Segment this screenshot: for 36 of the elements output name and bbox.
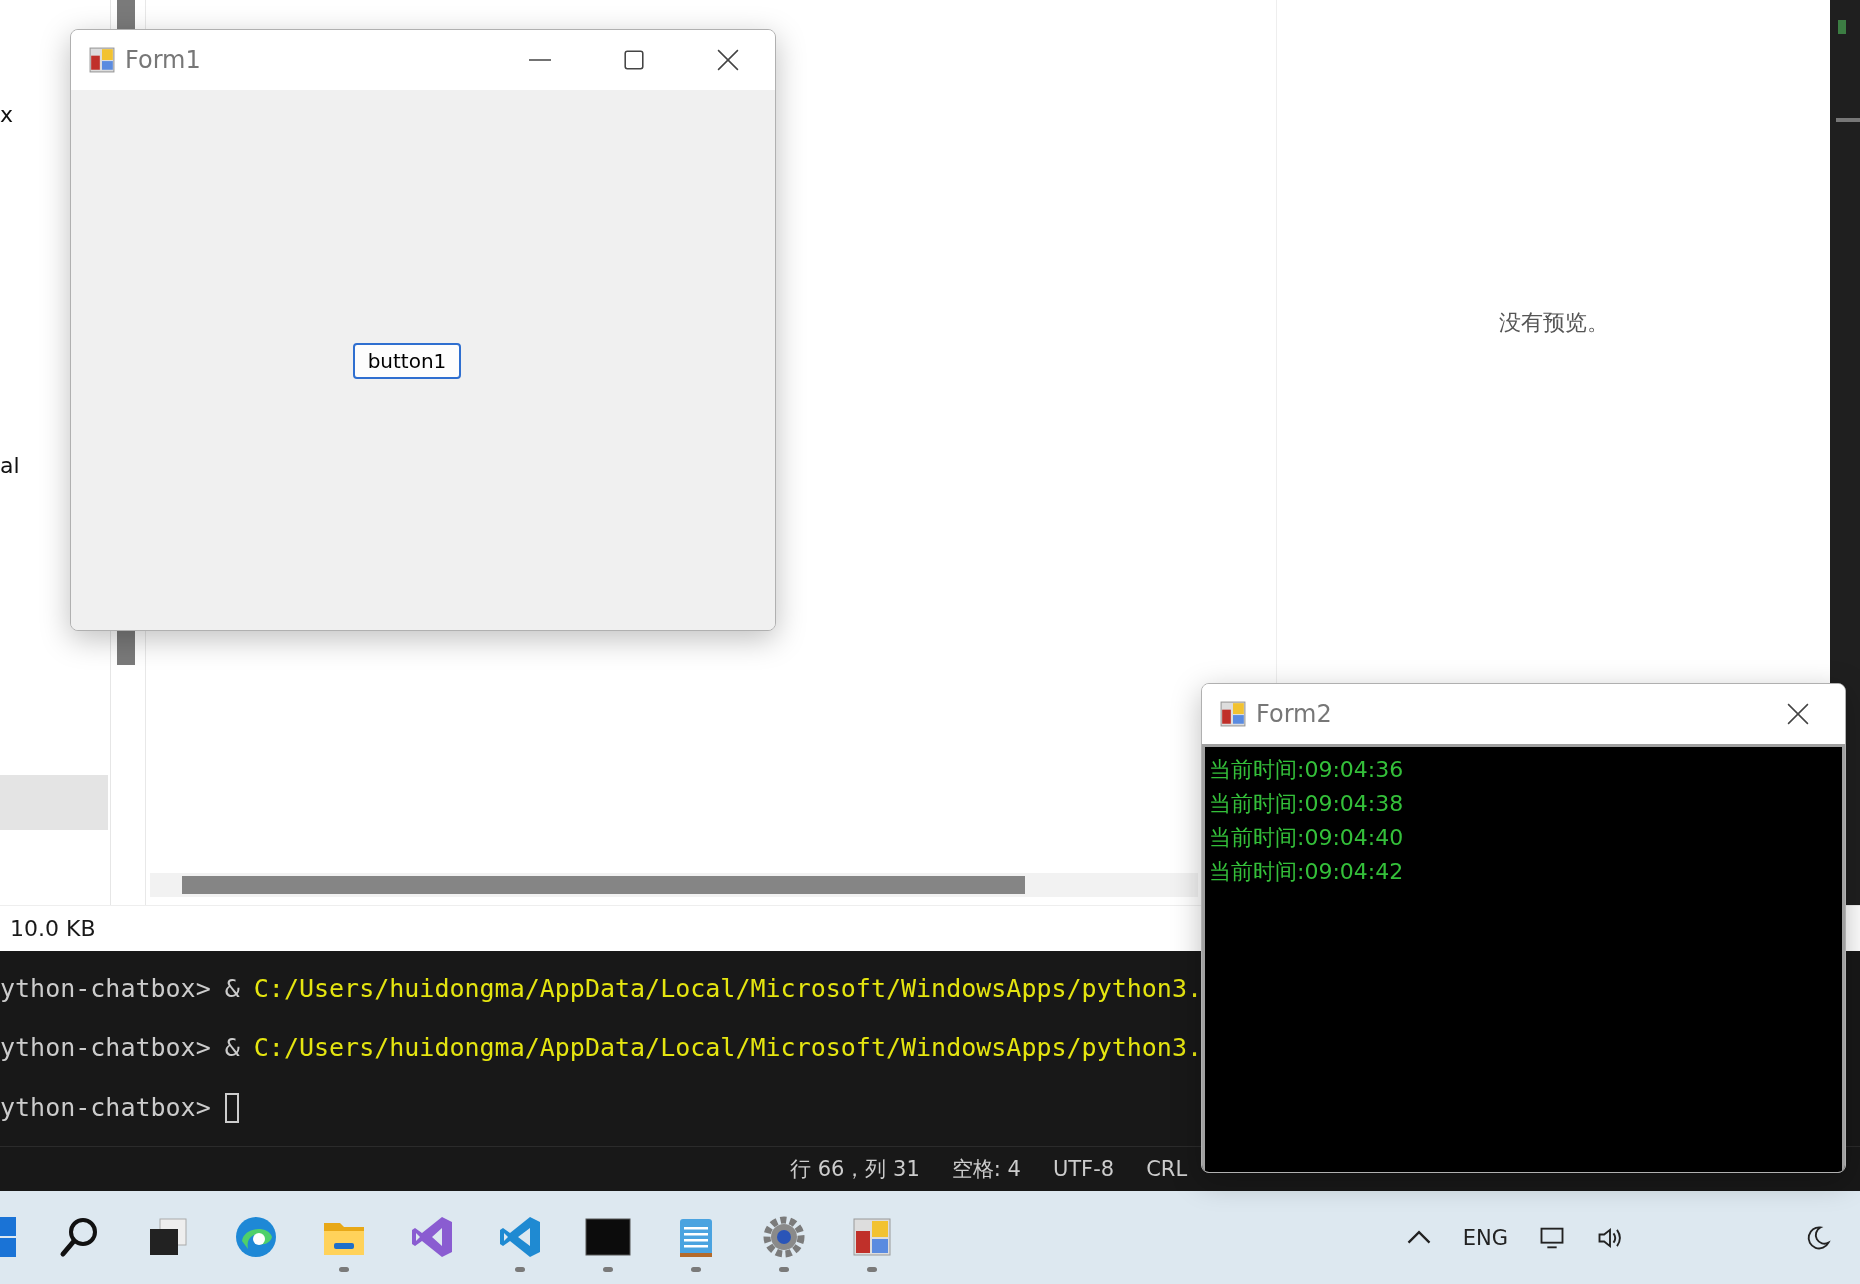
status-item[interactable]: CRL	[1146, 1157, 1188, 1181]
running-indicator	[603, 1267, 613, 1272]
running-indicator	[339, 1267, 349, 1272]
form-button[interactable]: button1	[353, 343, 461, 379]
file-name[interactable]: x	[0, 102, 14, 127]
time-log-line: 当前时间:09:04:36	[1209, 756, 1404, 784]
time-log-line: 当前时间:09:04:40	[1209, 824, 1404, 852]
window-title: Form1	[125, 46, 201, 74]
file-name[interactable]: al	[0, 453, 20, 478]
status-item[interactable]: 空格: 4	[951, 1155, 1021, 1183]
time-log-line: 当前时间:09:04:42	[1209, 858, 1404, 886]
terminal-prompt: ython-chatbox>	[0, 1093, 211, 1123]
window-title: Form2	[1256, 700, 1332, 728]
form-app-icon	[89, 47, 115, 73]
maximize-icon[interactable]	[623, 49, 645, 71]
status-item[interactable]: UTF-8	[1052, 1157, 1115, 1181]
running-indicator	[691, 1267, 701, 1272]
terminal-command: C:/Users/huidongma/AppData/Local/Microsoft/WindowsApps/python3.	[253, 974, 1202, 1004]
close-icon[interactable]	[717, 49, 739, 71]
terminal-prompt: ython-chatbox>	[0, 974, 211, 1004]
terminal-prompt: ython-chatbox>	[0, 1033, 211, 1063]
close-icon[interactable]	[1787, 703, 1809, 725]
form-app-icon	[1220, 701, 1246, 727]
language-indicator[interactable]: ENG	[1462, 1225, 1508, 1250]
time-log-line: 当前时间:09:04:38	[1209, 790, 1404, 818]
running-indicator	[515, 1267, 525, 1272]
file-size: 10.0 KB	[10, 916, 96, 941]
terminal-operator: &	[224, 974, 240, 1004]
running-indicator	[867, 1267, 877, 1272]
horizontal-scrollbar[interactable]	[150, 873, 1198, 897]
status-item[interactable]: 行 66，列 31	[790, 1155, 920, 1183]
text-cursor	[224, 1092, 239, 1123]
terminal-operator: &	[224, 1033, 240, 1063]
running-indicator	[779, 1267, 789, 1272]
terminal-command: C:/Users/huidongma/AppData/Local/Microsoft/WindowsApps/python3.	[253, 1033, 1202, 1063]
no-preview-message: 没有预览。	[1498, 309, 1609, 337]
